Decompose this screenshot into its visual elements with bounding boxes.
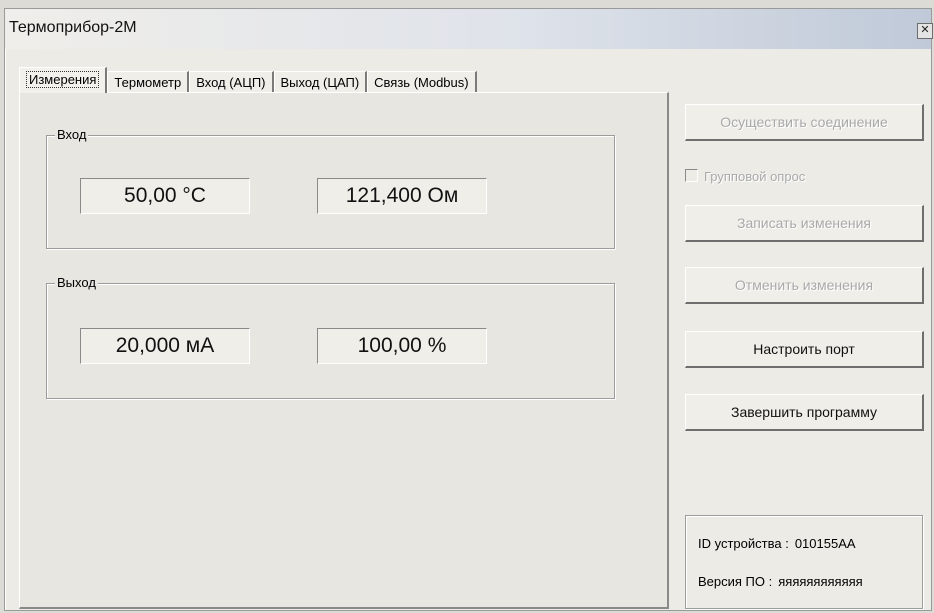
connect-button[interactable]: Осуществить соединение xyxy=(685,104,924,141)
input-groupbox: Вход 50,00 °С 121,400 Ом xyxy=(46,127,615,249)
write-changes-button[interactable]: Записать изменения xyxy=(685,205,924,242)
cancel-changes-button[interactable]: Отменить изменения xyxy=(685,267,924,304)
input-group-label: Вход xyxy=(55,127,89,142)
input-resistance-value: 121,400 Ом xyxy=(317,178,487,214)
output-current-value: 20,000 мА xyxy=(80,328,250,364)
group-poll-label: Групповой опрос xyxy=(704,169,806,184)
tab-label: Измерения xyxy=(26,71,100,88)
tab-input-adc[interactable]: Вход (АЦП) xyxy=(189,71,274,94)
device-info-box: ID устройства : 010155AA Версия ПО : яяяяя… xyxy=(685,515,923,609)
device-id-label: ID устройства : xyxy=(698,536,789,551)
output-group-label: Выход xyxy=(55,275,98,290)
measurements-panel: Вход 50,00 °С 121,400 Ом Выход 20,000 мА… xyxy=(19,92,669,609)
window-title: Термоприбор-2М xyxy=(9,19,137,36)
output-percent-value: 100,00 % xyxy=(317,328,487,364)
firmware-version-line: Версия ПО : яяяяяяяяяяяя xyxy=(698,574,863,589)
exit-program-button[interactable]: Завершить программу xyxy=(685,394,924,431)
group-poll-checkbox[interactable]: Групповой опрос xyxy=(685,169,805,189)
device-id-value: 010155AA xyxy=(794,536,856,551)
input-temperature-value: 50,00 °С xyxy=(80,178,250,214)
close-icon[interactable]: ✕ xyxy=(917,23,933,39)
firmware-value: яяяяяяяяяяяя xyxy=(778,574,863,589)
device-id-line: ID устройства : 010155AA xyxy=(698,536,856,551)
title-bar[interactable]: Термоприбор-2М ✕ xyxy=(5,9,933,49)
output-groupbox: Выход 20,000 мА 100,00 % xyxy=(46,275,615,399)
tab-strip: Измерения Термометр Вход (АЦП) Выход (ЦА… xyxy=(19,67,477,94)
tab-thermometer[interactable]: Термометр xyxy=(107,71,190,94)
configure-port-button[interactable]: Настроить порт xyxy=(685,331,924,368)
checkbox-box[interactable] xyxy=(685,169,698,182)
tab-measurements[interactable]: Измерения xyxy=(19,67,108,93)
tab-modbus[interactable]: Связь (Modbus) xyxy=(367,71,477,94)
firmware-label: Версия ПО : xyxy=(698,574,773,589)
tab-output-dac[interactable]: Выход (ЦАП) xyxy=(273,71,368,94)
main-window: Термоприбор-2М ✕ Измерения Термометр Вхо… xyxy=(4,8,933,611)
